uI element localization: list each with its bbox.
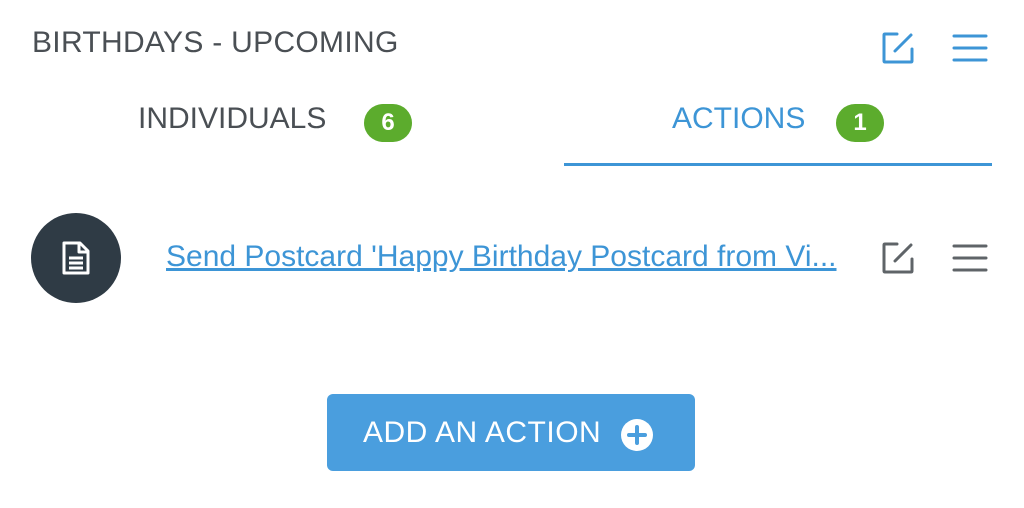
count-badge: 1 <box>836 104 884 142</box>
tab-individuals[interactable]: INDIVIDUALS 6 <box>56 96 516 168</box>
header-menu-button[interactable] <box>951 30 989 66</box>
action-link[interactable]: Send Postcard 'Happy Birthday Postcard f… <box>166 240 856 274</box>
action-menu-button[interactable] <box>951 240 989 276</box>
action-list-item: Send Postcard 'Happy Birthday Postcard f… <box>0 212 1024 304</box>
edit-icon <box>882 242 914 274</box>
active-tab-indicator <box>564 163 992 166</box>
document-icon <box>62 241 90 275</box>
menu-icon <box>952 244 988 272</box>
tab-actions[interactable]: ACTIONS 1 <box>564 96 992 168</box>
tab-bar: INDIVIDUALS 6 ACTIONS 1 <box>0 96 1024 168</box>
edit-icon <box>882 32 914 64</box>
tab-label: INDIVIDUALS <box>138 102 327 135</box>
action-avatar <box>31 213 121 303</box>
plus-circle-icon <box>621 419 653 451</box>
action-edit-button[interactable] <box>880 240 916 276</box>
tab-label: ACTIONS <box>672 102 806 135</box>
add-action-label: ADD AN ACTION <box>363 416 602 449</box>
menu-icon <box>952 34 988 62</box>
page: BIRTHDAYS - UPCOMING INDIVIDUALS 6 ACTIO… <box>0 0 1024 508</box>
header-edit-button[interactable] <box>880 30 916 66</box>
page-title: BIRTHDAYS - UPCOMING <box>32 26 399 59</box>
add-action-button[interactable]: ADD AN ACTION <box>327 394 695 471</box>
count-badge: 6 <box>364 104 412 142</box>
